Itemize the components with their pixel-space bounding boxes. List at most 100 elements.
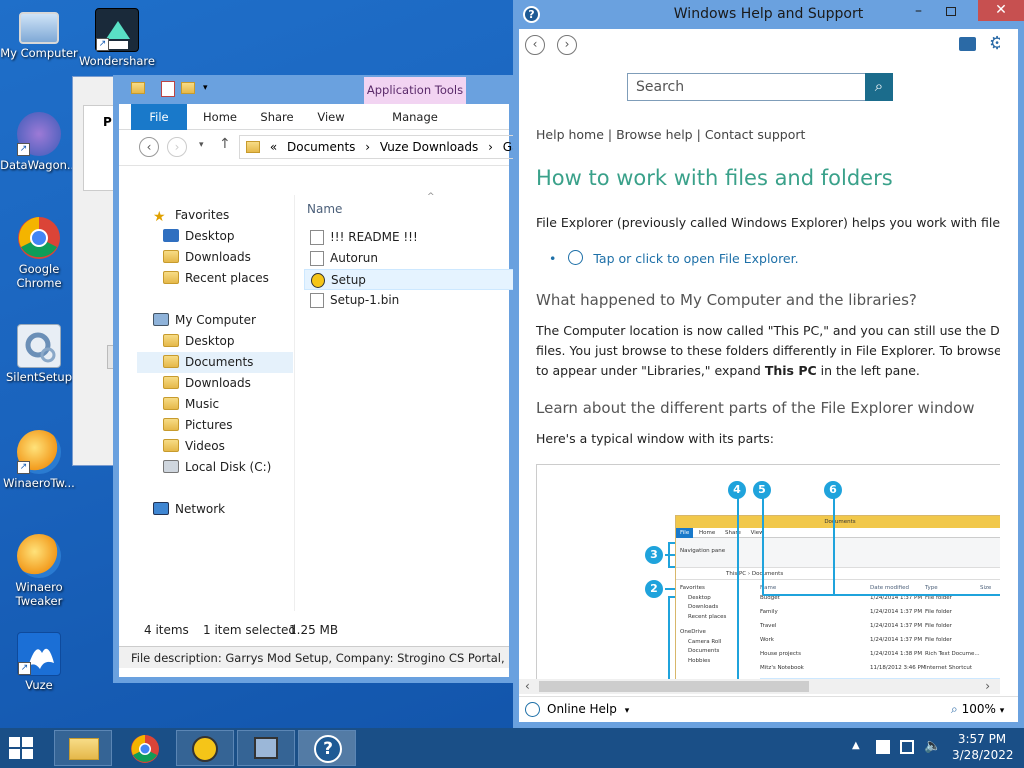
scroll-right-icon[interactable]: › [985,679,990,693]
desktop-icon-winaero-tweaker[interactable]: Winaero Tweaker [0,534,78,608]
maximize-button[interactable] [946,7,956,16]
desktop-icon-wondershare[interactable]: ↗ Wondershare [78,8,156,68]
recent-locations-icon[interactable]: ▾ [199,140,204,150]
explorer-diagram-figure: Documents File Home Share View Navigatio… [536,464,1000,679]
show-hidden-icons[interactable]: ▲ [852,740,860,751]
help-status-bar: Online Help ▾ ⌕ 100% ▾ [519,696,1018,722]
nav-favorites[interactable]: ★ Favorites [153,205,229,226]
up-arrow-icon[interactable]: ↑ [219,136,231,152]
link-help-home[interactable]: Help home [536,127,604,142]
file-item-autorun[interactable]: Autorun [304,248,514,269]
nav-computer-videos[interactable]: Videos [163,436,225,457]
nav-computer-documents[interactable]: Documents [137,352,293,373]
file-item-setup[interactable]: Setup [304,269,514,290]
pane-divider[interactable] [294,195,295,611]
nav-favorites-desktop[interactable]: Desktop [163,226,235,247]
tab-file[interactable]: File [131,104,187,130]
nav-label: Pictures [185,418,233,432]
taskbar-help-support[interactable]: ? [298,730,356,766]
clock[interactable]: 3:57 PM 3/28/2022 [952,731,1014,763]
file-item-readme[interactable]: !!! README !!! [304,227,514,248]
open-link-icon[interactable] [568,250,584,265]
properties-icon[interactable] [161,81,175,97]
breadcrumb-vuze-downloads[interactable]: Vuze Downloads [380,140,478,154]
file-explorer-window[interactable]: ▾ Application Tools File Home Share View… [113,75,519,683]
online-help-dropdown[interactable]: Online Help ▾ [547,697,629,723]
minimize-button[interactable]: – [915,3,922,19]
explorer-title-bar[interactable]: ▾ Application Tools [119,75,509,104]
open-file-explorer-link[interactable]: Tap or click to open File Explorer. [593,251,798,266]
new-folder-icon[interactable] [181,82,195,94]
nav-computer-downloads[interactable]: Downloads [163,373,251,394]
start-button[interactable] [8,736,34,760]
gear-icon[interactable]: ⚙ [989,33,1000,54]
taskbar-setup-app[interactable] [176,730,234,766]
taskbar-chrome[interactable] [115,730,173,766]
recent-places-icon [163,271,179,284]
action-center-icon[interactable] [876,740,890,754]
nav-computer-music[interactable]: Music [163,394,219,415]
forward-arrow-icon[interactable]: › [557,35,577,55]
tab-manage[interactable]: Manage [364,104,466,130]
nav-computer-local-disk[interactable]: Local Disk (C:) [163,457,271,478]
scroll-left-icon[interactable]: ‹ [525,679,530,693]
back-arrow-icon[interactable]: ‹ [525,35,545,55]
help-content[interactable]: ‹ › ⚙ Search ⌕ Help home | Browse help |… [519,29,1000,679]
desktop-icon-vuze[interactable]: ↗ Vuze [0,632,78,692]
desktop-icon-google-chrome[interactable]: Google Chrome [0,216,78,290]
search-input[interactable]: Search [636,79,684,95]
vuze-icon: ↗ [17,632,61,676]
back-arrow-icon[interactable]: ‹ [139,137,159,157]
nav-network[interactable]: Network [153,499,225,520]
column-header-name[interactable]: Name [307,202,342,216]
taskbar-file-explorer[interactable] [54,730,112,766]
breadcrumb-overflow[interactable]: « [270,140,277,154]
address-field[interactable]: « Documents › Vuze Downloads › Garrys M [239,135,519,159]
callout-badge: 4 [728,481,746,499]
nav-computer-desktop[interactable]: Desktop [163,331,235,352]
tab-view[interactable]: View [309,104,353,130]
chevron-down-icon[interactable]: ▾ [203,83,208,93]
search-box[interactable]: Search ⌕ [627,73,893,101]
help-subheading-my-computer: What happened to My Computer and the lib… [536,291,917,309]
nav-favorites-recent[interactable]: Recent places [163,268,269,289]
close-button[interactable]: ✕ [978,0,1024,21]
chrome-icon [17,216,61,260]
installer-icon [254,737,278,759]
tab-home[interactable]: Home [194,104,246,130]
breadcrumb-separator[interactable]: › [488,140,493,154]
desktop-icon-my-computer[interactable]: My Computer [0,8,78,60]
nav-my-computer[interactable]: My Computer [153,310,256,331]
taskbar-installer[interactable] [237,730,295,766]
tab-share[interactable]: Share [251,104,303,130]
help-window[interactable]: ? Windows Help and Support – ✕ ‹ › ⚙ Sea… [513,0,1024,728]
help-subheading-parts: Learn about the different parts of the F… [536,399,975,417]
nav-favorites-downloads[interactable]: Downloads [163,247,251,268]
file-item-setup-bin[interactable]: Setup-1.bin [304,290,514,311]
winaero-tweaker-icon [17,534,61,578]
contextual-tab-application-tools[interactable]: Application Tools [364,77,466,104]
breadcrumb-separator[interactable]: › [365,140,370,154]
zoom-control[interactable]: ⌕ 100% ▾ [951,697,1004,723]
desktop-icon-datawagon[interactable]: ↗ DataWagon... [0,112,78,172]
link-browse-help[interactable]: Browse help [616,127,693,142]
clock-time: 3:57 PM [957,732,1007,746]
desktop-icon-winaerotweaker-1[interactable]: ↗ WinaeroTw... [0,430,78,490]
network-icon[interactable] [900,740,914,754]
link-separator: | [696,127,701,142]
nav-computer-pictures[interactable]: Pictures [163,415,233,436]
help-title-bar[interactable]: ? Windows Help and Support – ✕ [519,0,1024,29]
desktop-icon-silentsetup[interactable]: SilentSetup [0,324,78,384]
breadcrumb-documents[interactable]: Documents [287,140,355,154]
horizontal-scrollbar[interactable]: ‹ › [519,679,1000,694]
scroll-thumb[interactable] [539,681,809,692]
link-contact-support[interactable]: Contact support [705,127,806,142]
nav-label: My Computer [175,313,256,327]
print-icon[interactable] [959,37,976,51]
wondershare-icon: ↗ [95,8,139,52]
search-icon[interactable]: ⌕ [865,73,893,101]
navigation-pane[interactable]: ★ Favorites Desktop Downloads Recent plac… [119,201,293,611]
forward-arrow-icon[interactable]: › [167,137,187,157]
file-name: Autorun [330,251,379,265]
volume-icon[interactable]: 🔈 [924,738,941,754]
